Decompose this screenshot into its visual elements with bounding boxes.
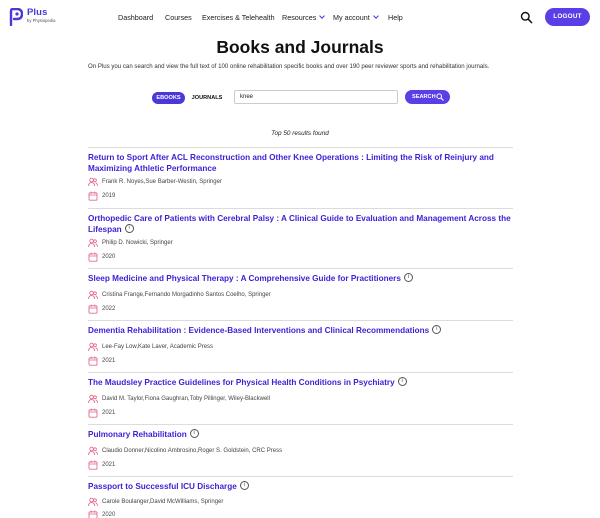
users-icon xyxy=(88,342,98,352)
tab-ebooks[interactable]: EBOOKS xyxy=(152,92,185,104)
info-icon[interactable]: i xyxy=(403,273,413,283)
plus-logo[interactable]: Plus by Physiopedia xyxy=(9,7,56,27)
result-title[interactable]: The Maudsley Practice Guidelines for Phy… xyxy=(88,377,513,389)
result-year-text: 2020 xyxy=(102,254,116,260)
list-item: Pulmonary Rehabilitation i Claudio Donner… xyxy=(88,424,513,476)
users-icon xyxy=(88,446,98,456)
info-icon[interactable]: i xyxy=(432,325,442,335)
info-icon[interactable]: i xyxy=(124,223,134,233)
top-header: Plus by Physiopedia Dashboard Courses Ex… xyxy=(0,0,600,36)
result-title[interactable]: Pulmonary Rehabilitation i xyxy=(88,429,513,441)
logo-subtitle: by Physiopedia xyxy=(27,17,56,23)
result-title[interactable]: Return to Sport After ACL Reconstruction… xyxy=(88,153,513,174)
search-icon xyxy=(436,93,444,101)
users-icon xyxy=(88,238,98,248)
list-item: The Maudsley Practice Guidelines for Phy… xyxy=(88,372,513,424)
users-icon xyxy=(88,290,98,300)
list-item: Passport to Successful ICU Discharge i Ca… xyxy=(88,476,513,518)
users-icon xyxy=(88,497,98,507)
result-title[interactable]: Sleep Medicine and Physical Therapy : A … xyxy=(88,273,513,285)
result-title-text[interactable]: Sleep Medicine and Physical Therapy : A … xyxy=(88,274,401,283)
calendar-icon xyxy=(88,191,98,201)
result-year-text: 2022 xyxy=(102,306,116,312)
nav-my-account[interactable]: My account xyxy=(333,13,379,22)
nav-dashboard-label: Dashboard xyxy=(118,13,154,22)
nav-exercises-telehealth[interactable]: Exercises & Telehealth xyxy=(202,13,275,22)
calendar-icon xyxy=(88,408,98,418)
result-authors-text: Carole Boulanger,David McWilliams, Sprin… xyxy=(102,499,224,505)
calendar-icon xyxy=(88,252,98,262)
chevron-down-icon xyxy=(319,13,326,19)
result-authors-text: David M. Taylor,Fiona Gaughran,Toby Pill… xyxy=(102,396,270,402)
result-title[interactable]: Passport to Successful ICU Discharge i xyxy=(88,481,513,493)
result-year-text: 2021 xyxy=(102,358,116,364)
nav-courses-label: Courses xyxy=(165,13,192,22)
result-authors-text: Frank R. Noyes,Sue Barber-Westin, Spring… xyxy=(102,179,222,185)
calendar-icon xyxy=(88,356,98,366)
result-title-text[interactable]: Return to Sport After ACL Reconstruction… xyxy=(88,153,494,173)
list-item: Orthopedic Care of Patients with Cerebra… xyxy=(88,208,513,268)
results-count: Top 50 results found xyxy=(271,130,329,137)
result-title[interactable]: Dementia Rehabilitation : Evidence-Based… xyxy=(88,325,513,337)
result-year-text: 2020 xyxy=(102,512,116,518)
plus-logo-icon xyxy=(9,7,24,27)
nav-dashboard[interactable]: Dashboard xyxy=(118,13,153,22)
result-title-text[interactable]: Passport to Successful ICU Discharge xyxy=(88,482,237,491)
logo-title: Plus xyxy=(27,7,48,18)
result-title-text[interactable]: The Maudsley Practice Guidelines for Phy… xyxy=(88,378,395,387)
search-button-label: SEARCH xyxy=(412,94,436,100)
calendar-icon xyxy=(88,304,98,314)
result-authors-text: Claudio Donner,Nicolino Ambrosino,Roger … xyxy=(102,448,283,454)
nav-help-label: Help xyxy=(388,13,403,22)
nav-exercises-label: Exercises & Telehealth xyxy=(202,13,275,22)
page-intro: On Plus you can search and view the full… xyxy=(88,63,490,70)
calendar-icon xyxy=(88,460,98,470)
page-title: Books and Journals xyxy=(216,37,384,57)
result-year-text: 2021 xyxy=(102,410,116,416)
info-icon[interactable]: i xyxy=(239,481,249,491)
result-authors-text: Cristina Frange,Fernando Morgadinho Sant… xyxy=(102,292,271,298)
result-year-text: 2019 xyxy=(102,193,116,199)
nav-resources[interactable]: Resources xyxy=(282,13,326,22)
info-icon[interactable]: i xyxy=(397,377,407,387)
nav-resources-label: Resources xyxy=(282,13,317,22)
list-item: Dementia Rehabilitation : Evidence-Based… xyxy=(88,320,513,372)
list-item: Return to Sport After ACL Reconstruction… xyxy=(88,147,513,208)
search-button[interactable]: SEARCH xyxy=(405,90,450,104)
result-title-text[interactable]: Pulmonary Rehabilitation xyxy=(88,430,187,439)
info-icon[interactable]: i xyxy=(189,429,199,439)
users-icon xyxy=(88,394,98,404)
result-authors-text: Lee-Fay Low,Kate Laver, Academic Press xyxy=(102,344,214,350)
result-title[interactable]: Orthopedic Care of Patients with Cerebra… xyxy=(88,214,513,235)
result-title-text[interactable]: Orthopedic Care of Patients with Cerebra… xyxy=(88,214,511,234)
result-year-text: 2021 xyxy=(102,462,116,468)
search-icon[interactable] xyxy=(520,11,533,24)
result-title-text[interactable]: Dementia Rehabilitation : Evidence-Based… xyxy=(88,326,429,335)
nav-courses[interactable]: Courses xyxy=(165,13,192,22)
tab-journals[interactable]: JOURNALS xyxy=(189,92,225,104)
users-icon xyxy=(88,177,98,187)
logout-button[interactable]: LOGOUT xyxy=(545,8,590,26)
result-authors-text: Philip D. Nowicki, Springer xyxy=(102,240,173,246)
chevron-down-icon xyxy=(372,13,379,19)
nav-my-account-label: My account xyxy=(333,13,370,22)
calendar-icon xyxy=(88,510,98,518)
nav-help[interactable]: Help xyxy=(388,13,403,22)
list-item: Sleep Medicine and Physical Therapy : A … xyxy=(88,268,513,320)
search-input[interactable]: knee xyxy=(234,90,398,104)
